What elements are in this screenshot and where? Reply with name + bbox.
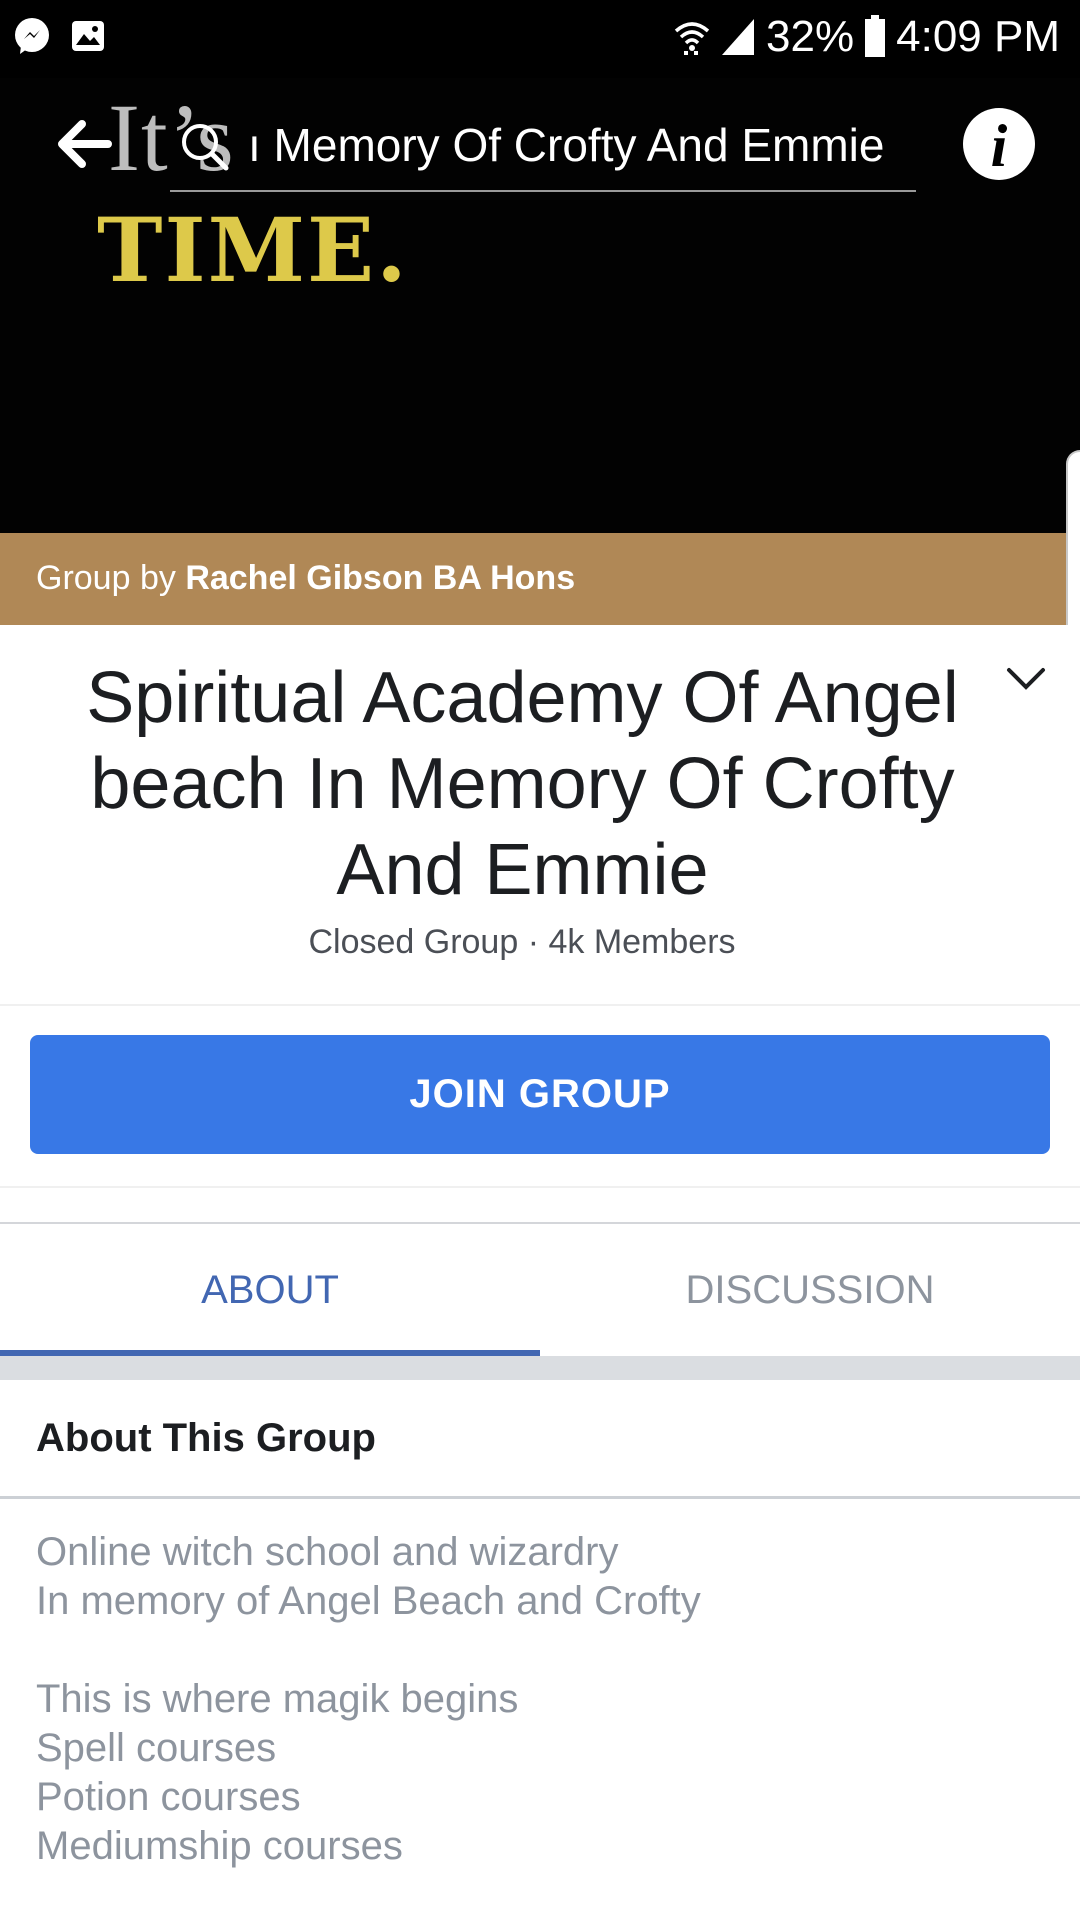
about-line: This is where magik begins bbox=[36, 1677, 519, 1721]
about-line: In memory of Angel Beach and Crofty bbox=[36, 1579, 701, 1623]
join-group-button[interactable]: JOIN GROUP bbox=[30, 1035, 1050, 1154]
chevron-down-icon[interactable] bbox=[1005, 665, 1047, 693]
about-line-blank bbox=[36, 1626, 1046, 1675]
tab-about[interactable]: ABOUT bbox=[0, 1224, 540, 1356]
search-query: ı Memory Of Crofty And Emmie bbox=[248, 119, 885, 171]
group-by-prefix: Group by bbox=[36, 559, 176, 597]
group-header: Spiritual Academy Of Angel beach In Memo… bbox=[0, 625, 1080, 1005]
about-line: Mediumship courses bbox=[36, 1824, 403, 1868]
about-section-header: About This Group bbox=[0, 1380, 1080, 1499]
search-input[interactable]: ı Memory Of Crofty And Emmie bbox=[170, 108, 916, 192]
clock: 4:09 PM bbox=[896, 12, 1060, 61]
about-description: Online witch school and wizardry In memo… bbox=[36, 1528, 1046, 1871]
about-line: Online witch school and wizardry bbox=[36, 1530, 619, 1574]
signal-icon bbox=[720, 17, 756, 57]
info-icon[interactable]: i bbox=[963, 108, 1035, 180]
tab-discussion[interactable]: DISCUSSION bbox=[540, 1224, 1080, 1356]
about-heading: About This Group bbox=[36, 1416, 376, 1460]
back-arrow-icon[interactable] bbox=[54, 116, 114, 172]
section-separator bbox=[0, 1356, 1080, 1380]
status-bar: 32% 4:09 PM bbox=[0, 0, 1080, 78]
group-tabs: ABOUT DISCUSSION bbox=[0, 1222, 1080, 1356]
divider bbox=[0, 1186, 1080, 1188]
group-title: Spiritual Academy Of Angel beach In Memo… bbox=[86, 658, 959, 910]
battery-icon bbox=[864, 15, 886, 59]
cover-text-time: TIME. bbox=[97, 198, 409, 302]
messenger-icon bbox=[12, 16, 52, 61]
group-privacy-members: Closed Group · 4k Members bbox=[308, 923, 736, 961]
about-line: Spell courses bbox=[36, 1726, 277, 1770]
group-owner-banner: Group by Rachel Gibson BA Hons bbox=[0, 533, 1080, 625]
gallery-icon bbox=[70, 19, 106, 58]
battery-percent: 32% bbox=[766, 12, 855, 61]
search-icon bbox=[178, 120, 234, 176]
divider bbox=[0, 1004, 1080, 1006]
about-line: Potion courses bbox=[36, 1775, 301, 1819]
wifi-icon bbox=[674, 17, 710, 57]
group-owner-link[interactable]: Rachel Gibson BA Hons bbox=[185, 559, 575, 597]
